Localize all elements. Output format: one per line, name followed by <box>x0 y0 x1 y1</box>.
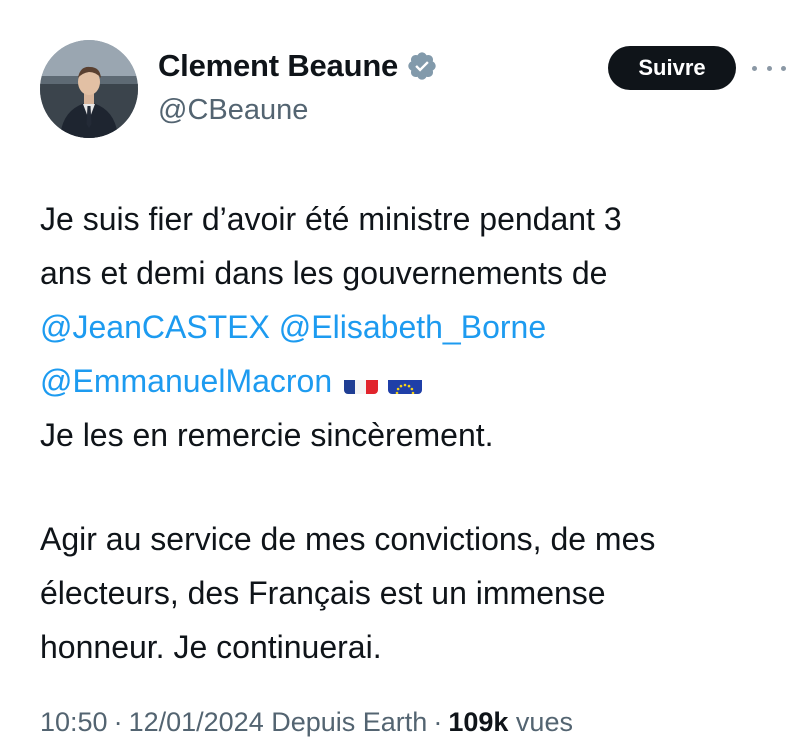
tweet-line: Agir au service de mes convictions, de m… <box>40 521 656 557</box>
meta-separator: · <box>113 707 123 737</box>
avatar[interactable] <box>40 40 138 138</box>
mention-link[interactable]: @Elisabeth_Borne <box>279 309 546 345</box>
verified-badge-icon[interactable] <box>406 50 438 82</box>
author-display-name[interactable]: Clement Beaune <box>158 48 398 84</box>
author-name-row: Clement Beaune <box>158 48 438 84</box>
more-options-icon[interactable] <box>752 58 786 78</box>
tweet-line: ans et demi dans les gouvernements de <box>40 255 608 291</box>
author-handle[interactable]: @CBeaune <box>158 94 308 127</box>
mention-link[interactable]: @EmmanuelMacron <box>40 363 332 399</box>
tweet-line: honneur. Je continuerai. <box>40 629 382 665</box>
follow-button[interactable]: Suivre <box>608 46 736 90</box>
french-flag-icon <box>344 368 379 394</box>
tweet-date[interactable]: 12/01/2024 <box>129 707 264 737</box>
tweet-meta: 10:50 · 12/01/2024 Depuis Earth · 109k vues <box>40 707 573 738</box>
tweet-source: Depuis Earth <box>271 707 428 737</box>
tweet-text: Je suis fier d’avoir été ministre pendan… <box>40 192 790 674</box>
tweet-line: @EmmanuelMacron <box>40 354 790 408</box>
tweet-time[interactable]: 10:50 <box>40 707 108 737</box>
meta-separator: · <box>433 707 443 737</box>
tweet-line: @JeanCASTEX @Elisabeth_Borne <box>40 300 790 354</box>
tweet-line: électeurs, des Français est un immense <box>40 575 606 611</box>
tweet-line: Je les en remercie sincèrement. <box>40 417 494 453</box>
paragraph-break <box>40 462 790 512</box>
tweet-card: Clement Beaune @CBeaune Suivre Je suis f… <box>0 0 810 755</box>
tweet-line: Je suis fier d’avoir été ministre pendan… <box>40 201 622 237</box>
views-count[interactable]: 109k <box>448 707 508 737</box>
mention-link[interactable]: @JeanCASTEX <box>40 309 270 345</box>
eu-flag-icon <box>388 368 423 394</box>
views-label: vues <box>515 707 573 737</box>
